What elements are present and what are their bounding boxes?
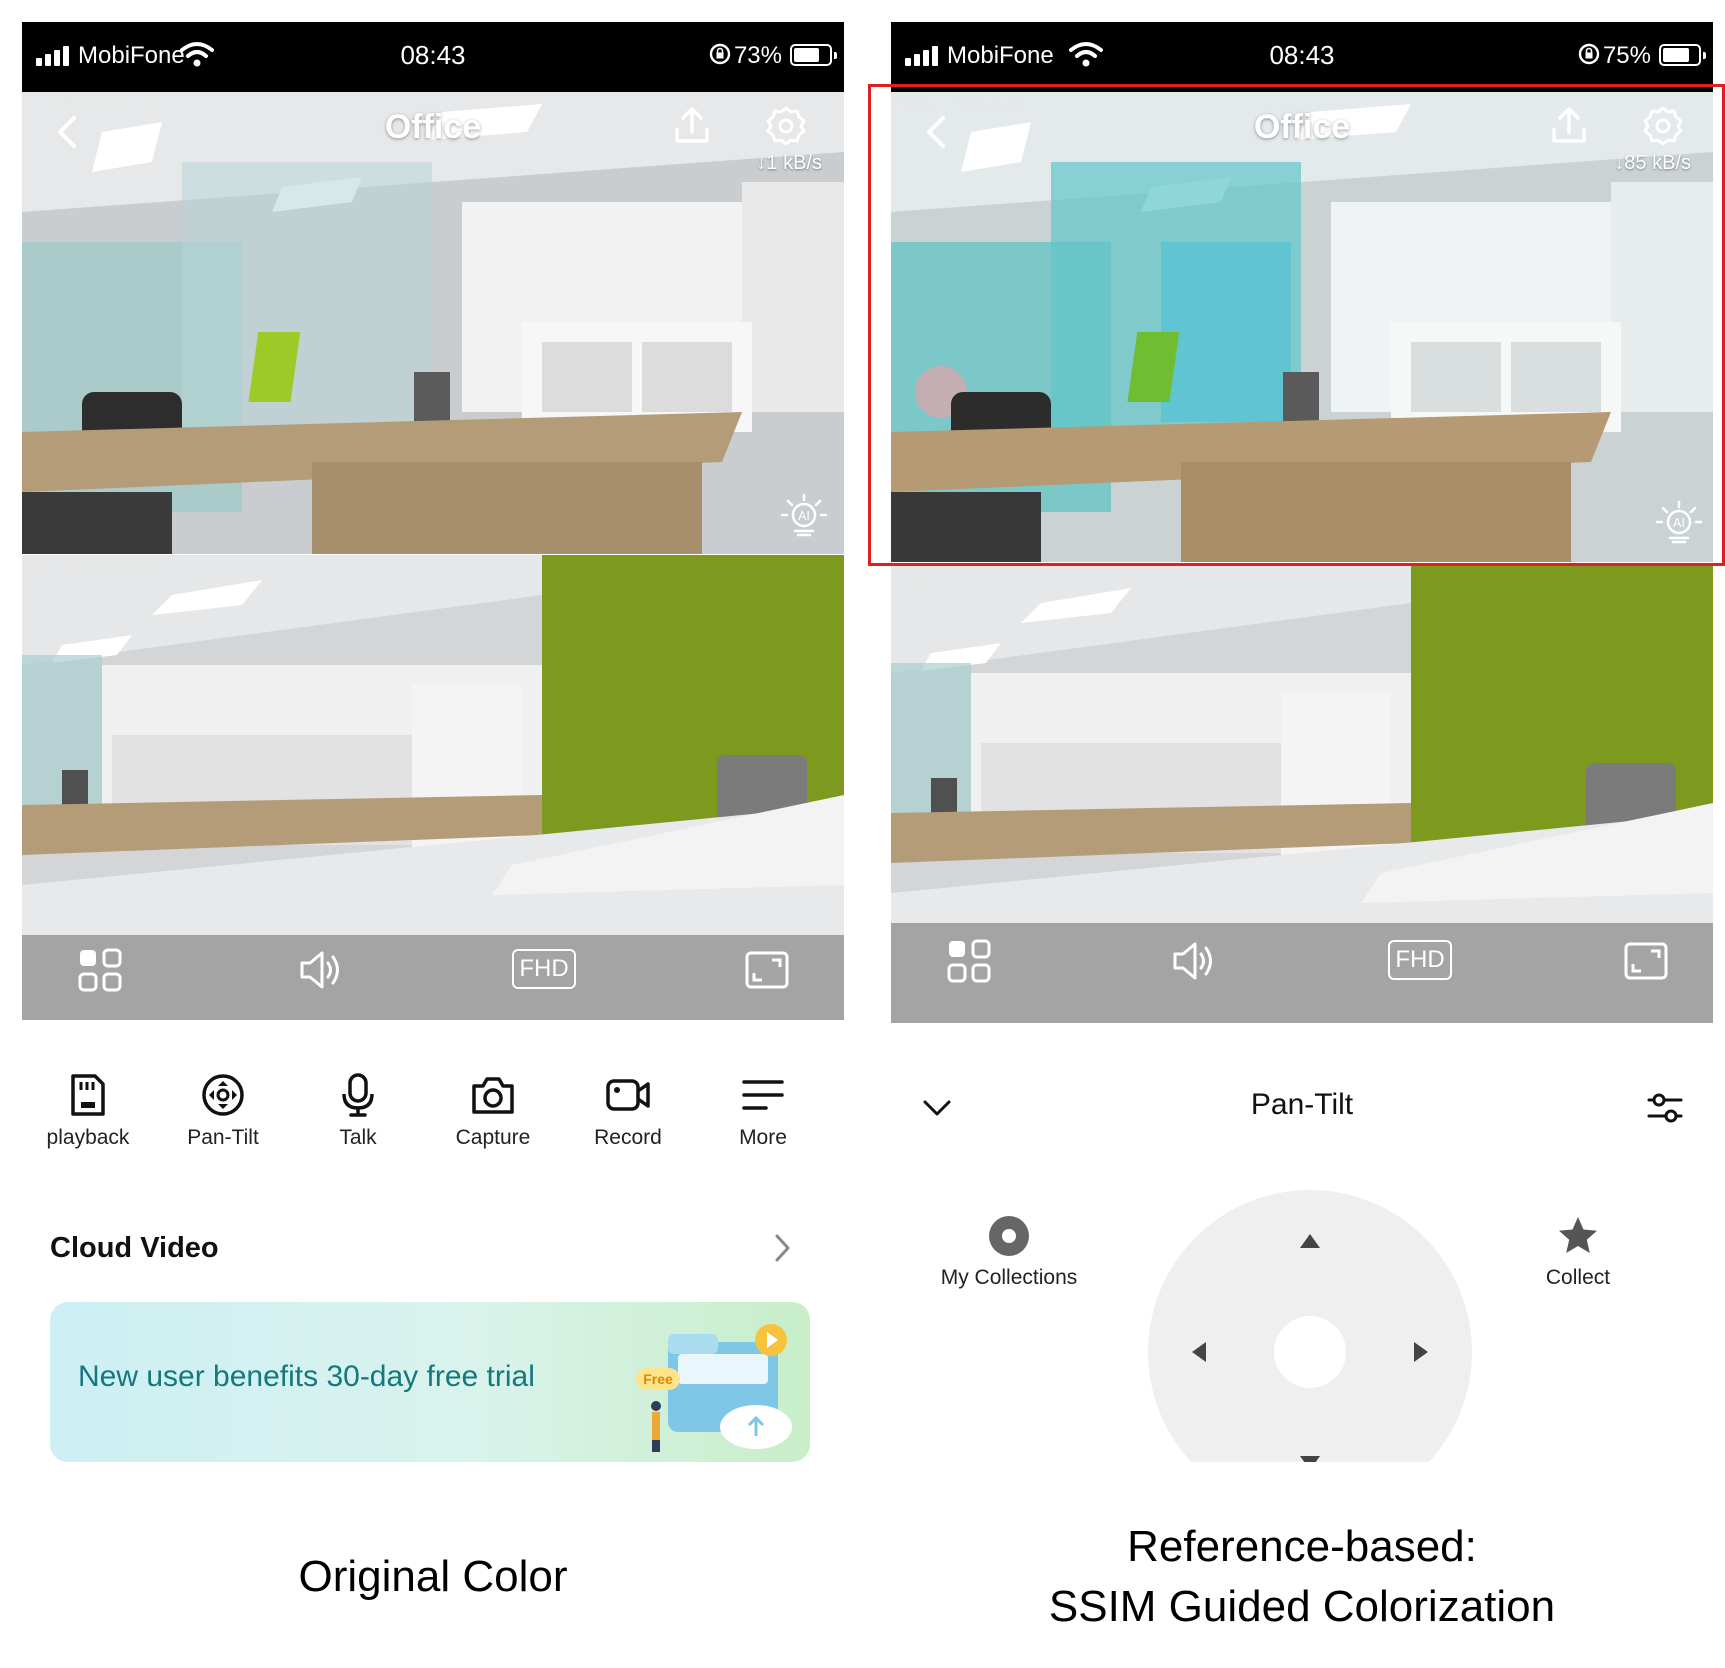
video-camera-icon <box>606 1079 650 1111</box>
battery-percentage: 75% <box>1602 42 1651 69</box>
arrow-right-icon[interactable] <box>1410 1341 1432 1363</box>
pan-tilt-title: Pan-Tilt <box>1250 1088 1354 1121</box>
control-panel: playback Pan-Tilt Talk Capture Record Mo… <box>22 1048 844 1462</box>
free-badge: Free <box>643 1371 673 1387</box>
camera-title: Office <box>384 108 482 146</box>
caption-colorized-line2: SSIM Guided Colorization <box>1048 1582 1556 1631</box>
pan-tilt-panel: Pan-Tilt My Collections Collect <box>891 1044 1713 1462</box>
my-collections-label: My Collections <box>940 1266 1078 1289</box>
arrow-up-icon[interactable] <box>1299 1230 1321 1252</box>
multi-view-icon[interactable] <box>946 938 992 984</box>
speaker-icon[interactable] <box>1171 938 1217 984</box>
record-button[interactable]: Record <box>568 1072 688 1150</box>
capture-button[interactable]: Capture <box>433 1072 553 1150</box>
fullscreen-icon[interactable] <box>744 947 790 993</box>
download-speed: ↓1 kB/s <box>756 152 822 174</box>
original-color-screenshot: MobiFone 08:43 73% 2025-01-20 08:43:22 O… <box>22 22 844 1462</box>
talk-button[interactable]: Talk <box>298 1072 418 1150</box>
rotation-lock-icon <box>709 43 731 65</box>
speaker-icon[interactable] <box>298 947 344 993</box>
pan-tilt-button[interactable]: Pan-Tilt <box>163 1072 283 1150</box>
ai-detection-icon[interactable]: AI <box>778 487 830 539</box>
battery-icon <box>790 44 837 66</box>
talk-label: Talk <box>339 1126 377 1149</box>
playback-label: playback <box>46 1126 130 1149</box>
sliders-icon[interactable] <box>1645 1088 1685 1128</box>
direction-pad <box>1148 1190 1472 1462</box>
capture-label: Capture <box>455 1126 531 1149</box>
fullscreen-icon[interactable] <box>1623 938 1669 984</box>
caption-colorized-line1: Reference-based: <box>1127 1522 1477 1571</box>
svg-text:AI: AI <box>798 509 810 523</box>
quality-toggle[interactable]: FHD <box>1388 940 1452 980</box>
arrow-left-icon[interactable] <box>1188 1341 1210 1363</box>
arrow-down-icon[interactable] <box>1299 1452 1321 1462</box>
cloud-folder-illustration: Free <box>636 1324 792 1452</box>
pan-tilt-label: Pan-Tilt <box>187 1126 259 1149</box>
sd-card-icon <box>71 1074 105 1116</box>
video-timestamp: 2025-01-20 08:42:43 <box>899 569 1025 582</box>
collect-label: Collect <box>1545 1266 1611 1289</box>
cloud-promo-banner[interactable]: New user benefits 30-day free trial Free <box>50 1302 810 1462</box>
quality-toggle[interactable]: FHD <box>512 949 576 989</box>
collect-button[interactable]: Collect <box>1488 1214 1668 1290</box>
camera-feed-primary[interactable]: 2025-01-20 08:43:22 Office ↓1 kB/s AI <box>22 92 844 554</box>
menu-icon <box>742 1080 784 1110</box>
share-icon[interactable] <box>670 104 714 148</box>
more-button[interactable]: More <box>703 1072 823 1150</box>
feed-toolbar: FHD <box>22 935 844 1005</box>
gear-icon[interactable] <box>764 104 808 148</box>
my-collections-button[interactable]: My Collections <box>919 1214 1099 1290</box>
camera-feed-secondary[interactable]: 2025-01-20 08:43:22 FHD <box>22 555 844 1020</box>
office-scene-image <box>22 92 844 554</box>
camera-feed-secondary[interactable]: 2025-01-20 08:42:43 FHD <box>891 563 1713 1023</box>
status-bar: MobiFone 08:43 75% <box>891 22 1713 92</box>
battery-percentage: 73% <box>733 42 782 69</box>
pan-tilt-icon <box>202 1074 244 1116</box>
colorized-region-highlight <box>868 84 1725 566</box>
cloud-video-title[interactable]: Cloud Video <box>50 1232 219 1265</box>
star-icon <box>1559 1217 1597 1253</box>
feed-toolbar: FHD <box>891 926 1713 996</box>
rotation-lock-icon <box>1578 43 1600 65</box>
microphone-icon <box>342 1073 374 1117</box>
multi-view-icon[interactable] <box>77 947 123 993</box>
battery-icon <box>1659 44 1706 66</box>
camera-icon <box>472 1077 514 1114</box>
record-dot-icon <box>989 1216 1029 1256</box>
status-bar: MobiFone 08:43 73% <box>22 22 844 92</box>
more-label: More <box>739 1126 787 1149</box>
promo-text: New user benefits 30-day free trial <box>78 1360 535 1393</box>
chevron-right-icon[interactable] <box>772 1232 792 1264</box>
record-label: Record <box>594 1126 662 1149</box>
caption-original: Original Color <box>298 1552 568 1601</box>
video-timestamp: 2025-01-20 08:43:22 <box>30 561 156 574</box>
dpad-center-button[interactable] <box>1274 1316 1346 1388</box>
playback-button[interactable]: playback <box>28 1072 148 1150</box>
